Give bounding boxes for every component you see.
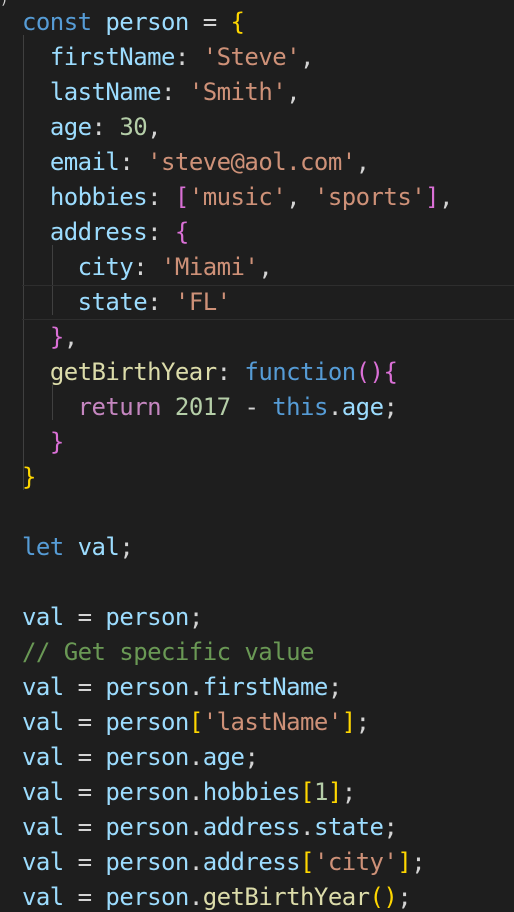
code-line-20[interactable]: val = person.firstName; — [22, 670, 342, 705]
code-line-26[interactable]: val = person.getBirthYear(); — [22, 880, 412, 912]
code-line-25[interactable]: val = person.address['city']; — [22, 845, 426, 880]
code-line-2[interactable]: firstName: 'Steve', — [22, 40, 315, 75]
code-line-22[interactable]: val = person.age; — [22, 740, 259, 775]
code-line-4[interactable]: age: 30, — [22, 110, 162, 145]
code-line-14[interactable]: } — [22, 460, 36, 495]
code-editor[interactable]: ) const person = { firstName: 'Steve', l… — [0, 0, 514, 912]
code-line-3[interactable]: lastName: 'Smith', — [22, 75, 301, 110]
code-line-24[interactable]: val = person.address.state; — [22, 810, 398, 845]
code-line-6[interactable]: hobbies: ['music', 'sports'], — [22, 180, 454, 215]
code-line-11[interactable]: getBirthYear: function(){ — [22, 355, 398, 390]
code-line-1[interactable]: const person = { — [22, 5, 245, 40]
code-line-21[interactable]: val = person['lastName']; — [22, 705, 370, 740]
code-line-18[interactable]: val = person; — [22, 600, 203, 635]
code-line-5[interactable]: email: 'steve@aol.com', — [22, 145, 370, 180]
code-line-13[interactable]: } — [22, 425, 64, 460]
code-line-10[interactable]: }, — [22, 320, 78, 355]
code-line-7[interactable]: address: { — [22, 215, 190, 250]
code-line-19[interactable]: // Get specific value — [22, 635, 314, 670]
code-line-9[interactable]: state: 'FL' — [22, 285, 231, 320]
code-line-23[interactable]: val = person.hobbies[1]; — [22, 775, 356, 810]
code-line-12[interactable]: return 2017 - this.age; — [22, 390, 398, 425]
code-line-16[interactable]: let val; — [22, 530, 134, 565]
code-line-8[interactable]: city: 'Miami', — [22, 250, 273, 285]
editor-top-fragment: ) — [0, 0, 9, 8]
